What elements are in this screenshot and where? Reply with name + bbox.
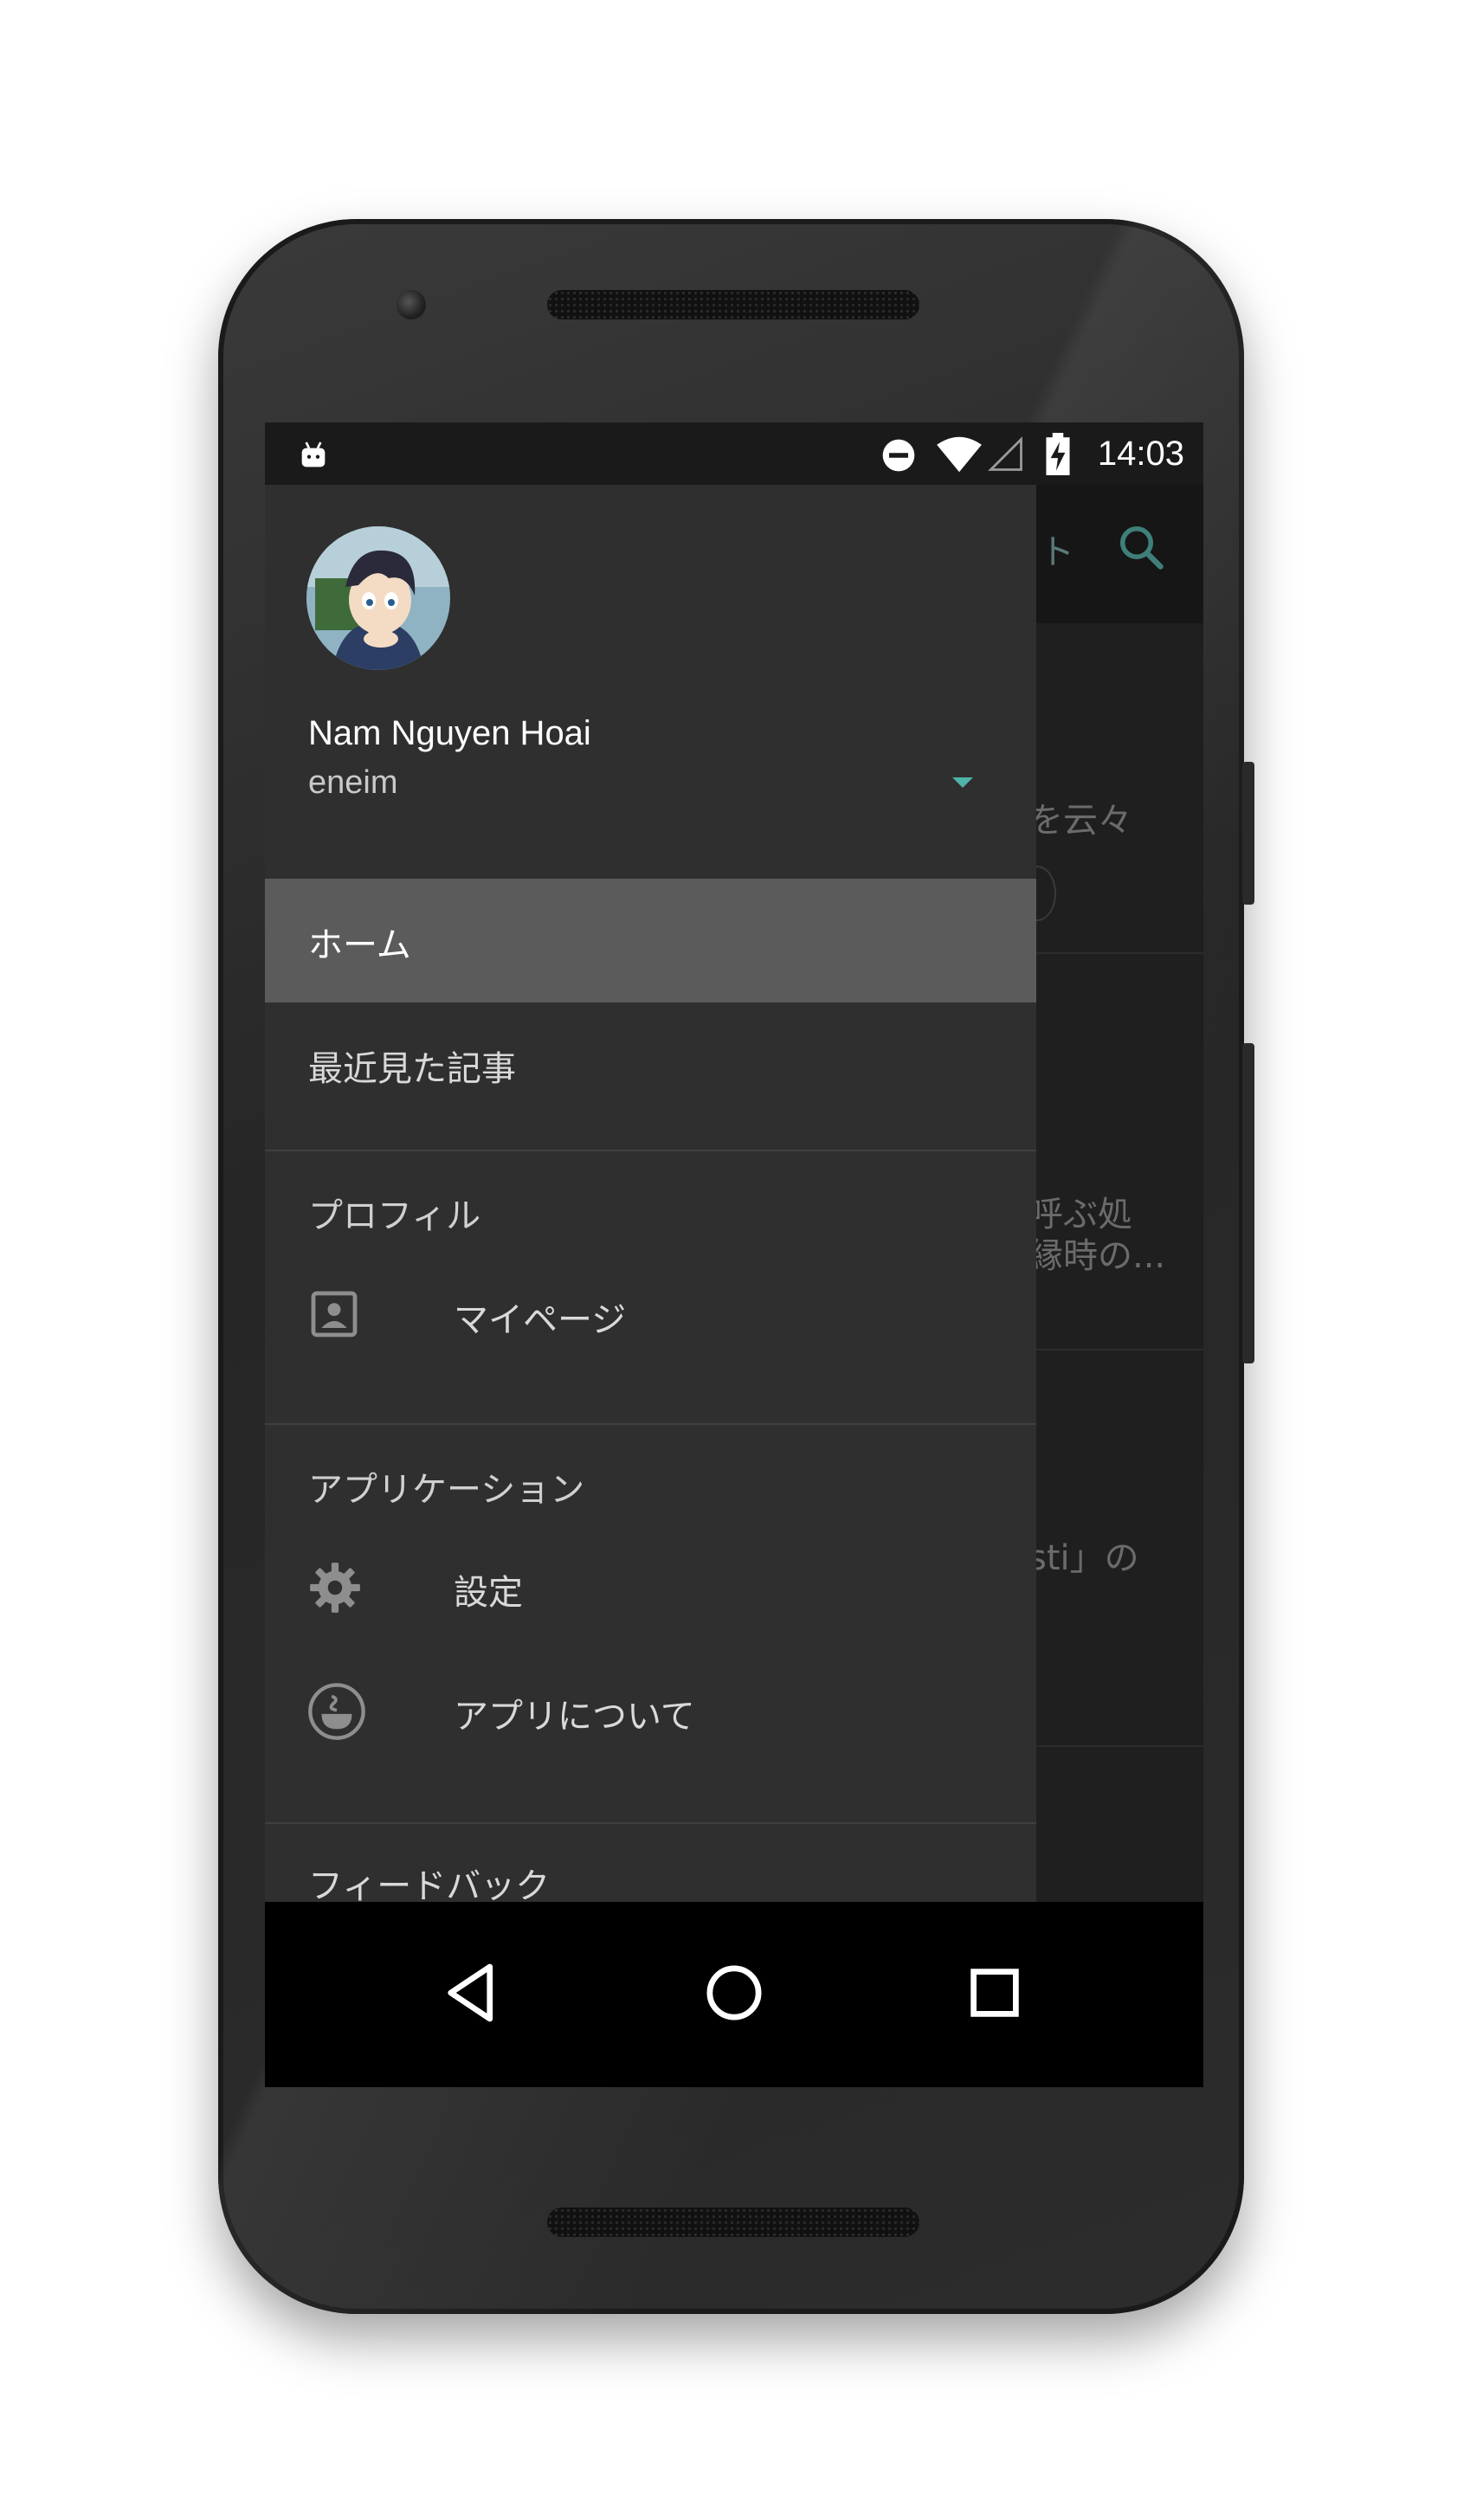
drawer-item-home[interactable]: ホーム — [265, 879, 1036, 1002]
article-snippet: sti」の — [1028, 1538, 1139, 1578]
wifi-icon — [936, 435, 983, 478]
drawer-item-label: 最近見た記事 — [308, 1049, 516, 1089]
back-icon[interactable] — [435, 1954, 513, 2032]
article-snippet: 縁時の... — [1028, 1236, 1166, 1276]
drawer-item-label: アプリについて — [454, 1697, 695, 1737]
drawer-item-feedback[interactable]: フィードバック — [265, 1825, 1036, 1902]
status-time: 14:03 — [1097, 435, 1184, 473]
bottom-speaker — [547, 2207, 919, 2237]
drawer-item-about[interactable]: アプリについて — [265, 1650, 1036, 1774]
recents-icon[interactable] — [956, 1954, 1034, 2032]
power-button — [1242, 762, 1254, 905]
account-dropdown-icon[interactable] — [945, 769, 980, 795]
battery-charging-icon — [1044, 433, 1072, 480]
navigation-drawer: Nam Nguyen Hoai eneim ホーム 最近見た記事 プロフィル マ… — [265, 485, 1036, 1902]
drawer-item-label: ホーム — [308, 925, 411, 965]
drawer-item-label: フィードバック — [308, 1866, 551, 1902]
drawer-item-label: 設定 — [454, 1573, 523, 1613]
user-handle: eneim — [308, 764, 398, 801]
drawer-divider — [265, 1150, 1036, 1151]
drawer-header: Nam Nguyen Hoai eneim — [265, 485, 1036, 874]
app-logo-icon — [306, 1681, 367, 1750]
drawer-item-settings[interactable]: 設定 — [265, 1526, 1036, 1650]
user-name: Nam Nguyen Hoai — [308, 714, 591, 752]
android-debug-icon — [296, 438, 331, 476]
drawer-divider — [265, 1822, 1036, 1824]
volume-button — [1242, 1043, 1254, 1363]
drawer-item-label: マイページ — [454, 1300, 627, 1340]
section-title-application: アプリケーション — [308, 1470, 585, 1510]
screen: ト を云々 呼ぶ処 縁時の... sti」の 14:03 Nam Nguyen … — [265, 422, 1203, 2087]
gear-icon — [306, 1559, 364, 1625]
status-bar: 14:03 — [265, 422, 1203, 485]
cellular-signal-icon — [988, 436, 1024, 476]
drawer-divider — [265, 1423, 1036, 1425]
article-snippet: を云々 — [1028, 801, 1132, 841]
app-toolbar-text: ト — [1040, 532, 1074, 572]
do-not-disturb-icon — [880, 436, 918, 478]
top-speaker — [547, 290, 919, 319]
drawer-item-recent[interactable]: 最近見た記事 — [265, 1002, 1036, 1126]
avatar[interactable] — [306, 526, 450, 670]
navigation-bar — [265, 1902, 1203, 2087]
drawer-item-my-page[interactable]: マイページ — [265, 1254, 1036, 1377]
section-title-profile: プロフィル — [308, 1196, 481, 1236]
account-box-icon — [306, 1286, 362, 1350]
search-icon[interactable] — [1115, 521, 1167, 577]
home-icon[interactable] — [695, 1954, 773, 2032]
front-camera — [397, 290, 426, 319]
